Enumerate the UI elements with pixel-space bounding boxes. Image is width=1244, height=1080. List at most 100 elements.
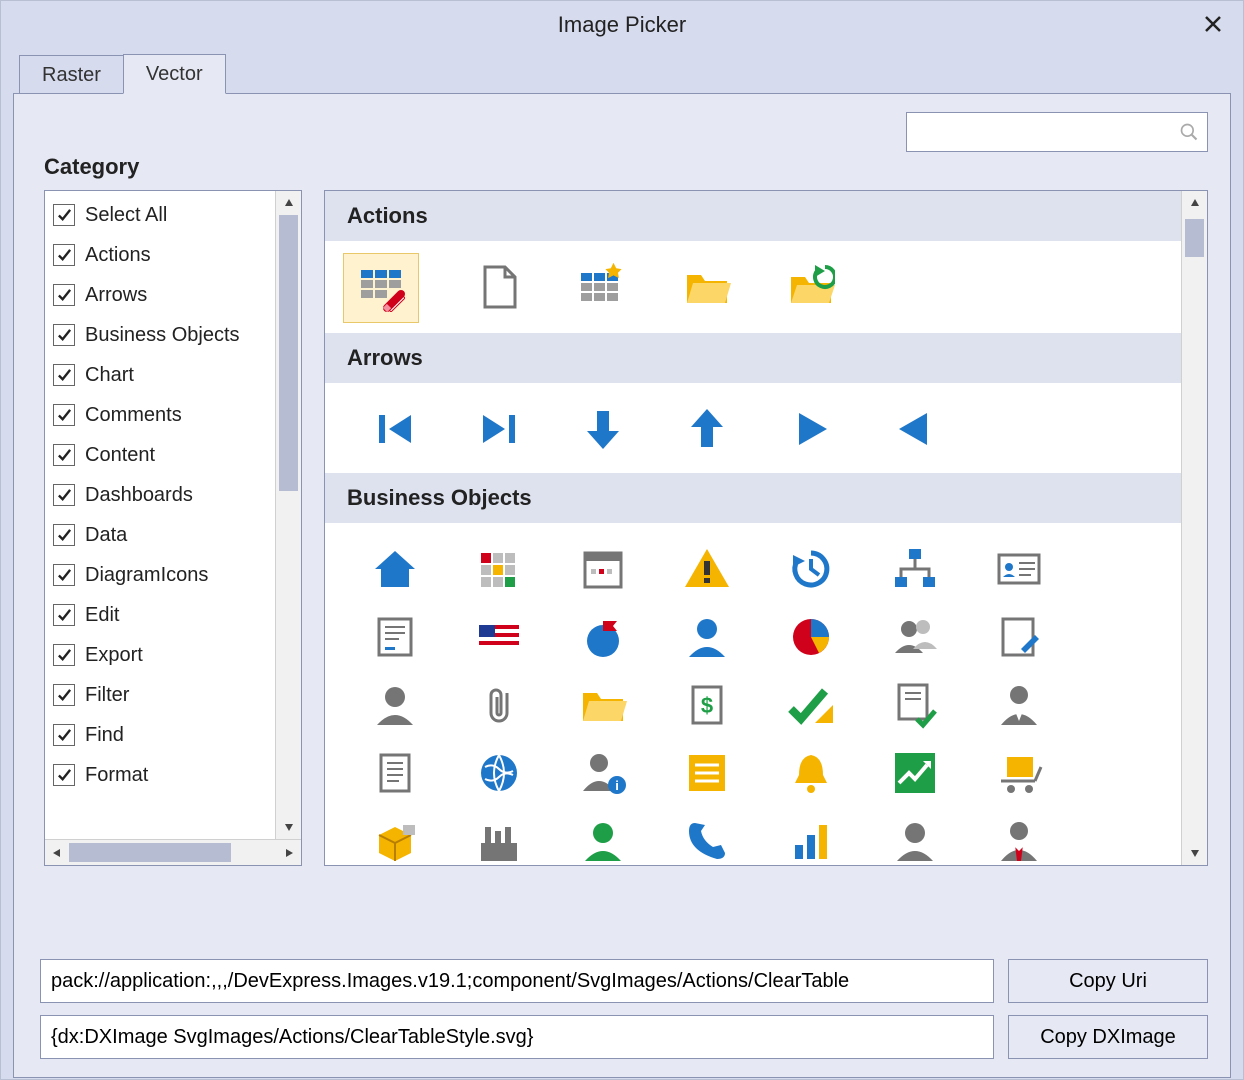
category-item[interactable]: Edit (51, 595, 275, 635)
category-item[interactable]: Comments (51, 395, 275, 435)
icon-check-chart[interactable] (759, 671, 863, 739)
icon-id-card[interactable] (967, 535, 1071, 603)
close-button[interactable] (1193, 7, 1233, 41)
icon-new-table[interactable] (551, 253, 655, 321)
icon-note[interactable] (343, 603, 447, 671)
checkbox[interactable] (53, 684, 75, 706)
icon-attachment[interactable] (447, 671, 551, 739)
category-scrollbar-horizontal[interactable] (45, 839, 301, 865)
icon-invoice[interactable]: $ (655, 671, 759, 739)
checkbox[interactable] (53, 524, 75, 546)
checkbox[interactable] (53, 244, 75, 266)
gallery-scrollbar-vertical[interactable] (1181, 191, 1207, 865)
icon-new-document[interactable] (447, 253, 551, 321)
icon-package[interactable] (343, 807, 447, 865)
scroll-thumb-h[interactable] (69, 843, 231, 862)
icon-first[interactable] (343, 395, 447, 463)
checkbox[interactable] (53, 764, 75, 786)
search-field[interactable] (906, 112, 1208, 152)
icon-down[interactable] (551, 395, 655, 463)
icon-warning[interactable] (655, 535, 759, 603)
icon-phone[interactable] (655, 807, 759, 865)
search-input[interactable] (907, 122, 1171, 143)
scroll-thumb[interactable] (1185, 219, 1204, 257)
checkbox[interactable] (53, 604, 75, 626)
scroll-track-h[interactable] (69, 840, 277, 865)
checkbox[interactable] (53, 324, 75, 346)
category-item[interactable]: Select All (51, 195, 275, 235)
checkbox[interactable] (53, 724, 75, 746)
checkbox[interactable] (53, 644, 75, 666)
tab-vector[interactable]: Vector (123, 54, 226, 94)
checkbox[interactable] (53, 404, 75, 426)
scroll-right-arrow[interactable] (277, 840, 301, 865)
icon-back[interactable] (863, 395, 967, 463)
scroll-up-arrow[interactable] (1182, 191, 1207, 215)
icon-user-info[interactable]: i (551, 739, 655, 807)
icon-document[interactable] (343, 739, 447, 807)
icon-user-gray[interactable] (343, 671, 447, 739)
icon-open-recent[interactable] (759, 253, 863, 321)
category-item[interactable]: Business Objects (51, 315, 275, 355)
scroll-down-arrow[interactable] (276, 815, 301, 839)
icon-cart[interactable] (967, 739, 1071, 807)
category-item[interactable]: Chart (51, 355, 275, 395)
scroll-track[interactable] (276, 215, 301, 815)
icon-flag-us[interactable] (447, 603, 551, 671)
category-item[interactable]: Content (51, 435, 275, 475)
icon-history[interactable] (759, 535, 863, 603)
category-item[interactable]: Export (51, 635, 275, 675)
category-item[interactable]: Filter (51, 675, 275, 715)
icon-play[interactable] (759, 395, 863, 463)
icon-bell[interactable] (759, 739, 863, 807)
icon-doc-check[interactable] (863, 671, 967, 739)
category-item[interactable]: Arrows (51, 275, 275, 315)
icon-folder[interactable] (551, 671, 655, 739)
checkbox[interactable] (53, 444, 75, 466)
icon-home[interactable] (343, 535, 447, 603)
category-item[interactable]: DiagramIcons (51, 555, 275, 595)
checkbox[interactable] (53, 484, 75, 506)
icon-trending[interactable] (863, 739, 967, 807)
dximage-input[interactable] (40, 1015, 994, 1059)
icon-globe[interactable] (447, 739, 551, 807)
scroll-up-arrow[interactable] (276, 191, 301, 215)
category-item[interactable]: Find (51, 715, 275, 755)
category-item[interactable]: Dashboards (51, 475, 275, 515)
checkbox[interactable] (53, 364, 75, 386)
category-scrollbar-vertical[interactable] (275, 191, 301, 839)
icon-business-user[interactable] (967, 671, 1071, 739)
scroll-track[interactable] (1182, 215, 1207, 841)
icon-clear-table-style[interactable] (343, 253, 419, 323)
icon-user-gray2[interactable] (863, 807, 967, 865)
tab-raster[interactable]: Raster (19, 55, 123, 94)
copy-uri-button[interactable]: Copy Uri (1008, 959, 1208, 1003)
icon-globe-flag[interactable] (551, 603, 655, 671)
category-item[interactable]: Data (51, 515, 275, 555)
category-item[interactable]: Format (51, 755, 275, 795)
icon-pie-chart[interactable] (759, 603, 863, 671)
icon-user-tie[interactable] (967, 807, 1071, 865)
icon-user-green[interactable] (551, 807, 655, 865)
scroll-left-arrow[interactable] (45, 840, 69, 865)
checkbox[interactable] (53, 204, 75, 226)
icon-calendar[interactable] (551, 535, 655, 603)
category-item[interactable]: Actions (51, 235, 275, 275)
icon-last[interactable] (447, 395, 551, 463)
icon-up[interactable] (655, 395, 759, 463)
icon-color-grid[interactable] (447, 535, 551, 603)
scroll-down-arrow[interactable] (1182, 841, 1207, 865)
scroll-thumb[interactable] (279, 215, 298, 491)
checkbox[interactable] (53, 564, 75, 586)
checkbox[interactable] (53, 284, 75, 306)
icon-org-chart[interactable] (863, 535, 967, 603)
icon-factory[interactable] (447, 807, 551, 865)
uri-input[interactable] (40, 959, 994, 1003)
icon-bar-chart[interactable] (759, 807, 863, 865)
icon-open-folder[interactable] (655, 253, 759, 321)
icon-list[interactable] (655, 739, 759, 807)
icon-user-blue[interactable] (655, 603, 759, 671)
icon-edit-doc[interactable] (967, 603, 1071, 671)
copy-dximage-button[interactable]: Copy DXImage (1008, 1015, 1208, 1059)
icon-users[interactable] (863, 603, 967, 671)
